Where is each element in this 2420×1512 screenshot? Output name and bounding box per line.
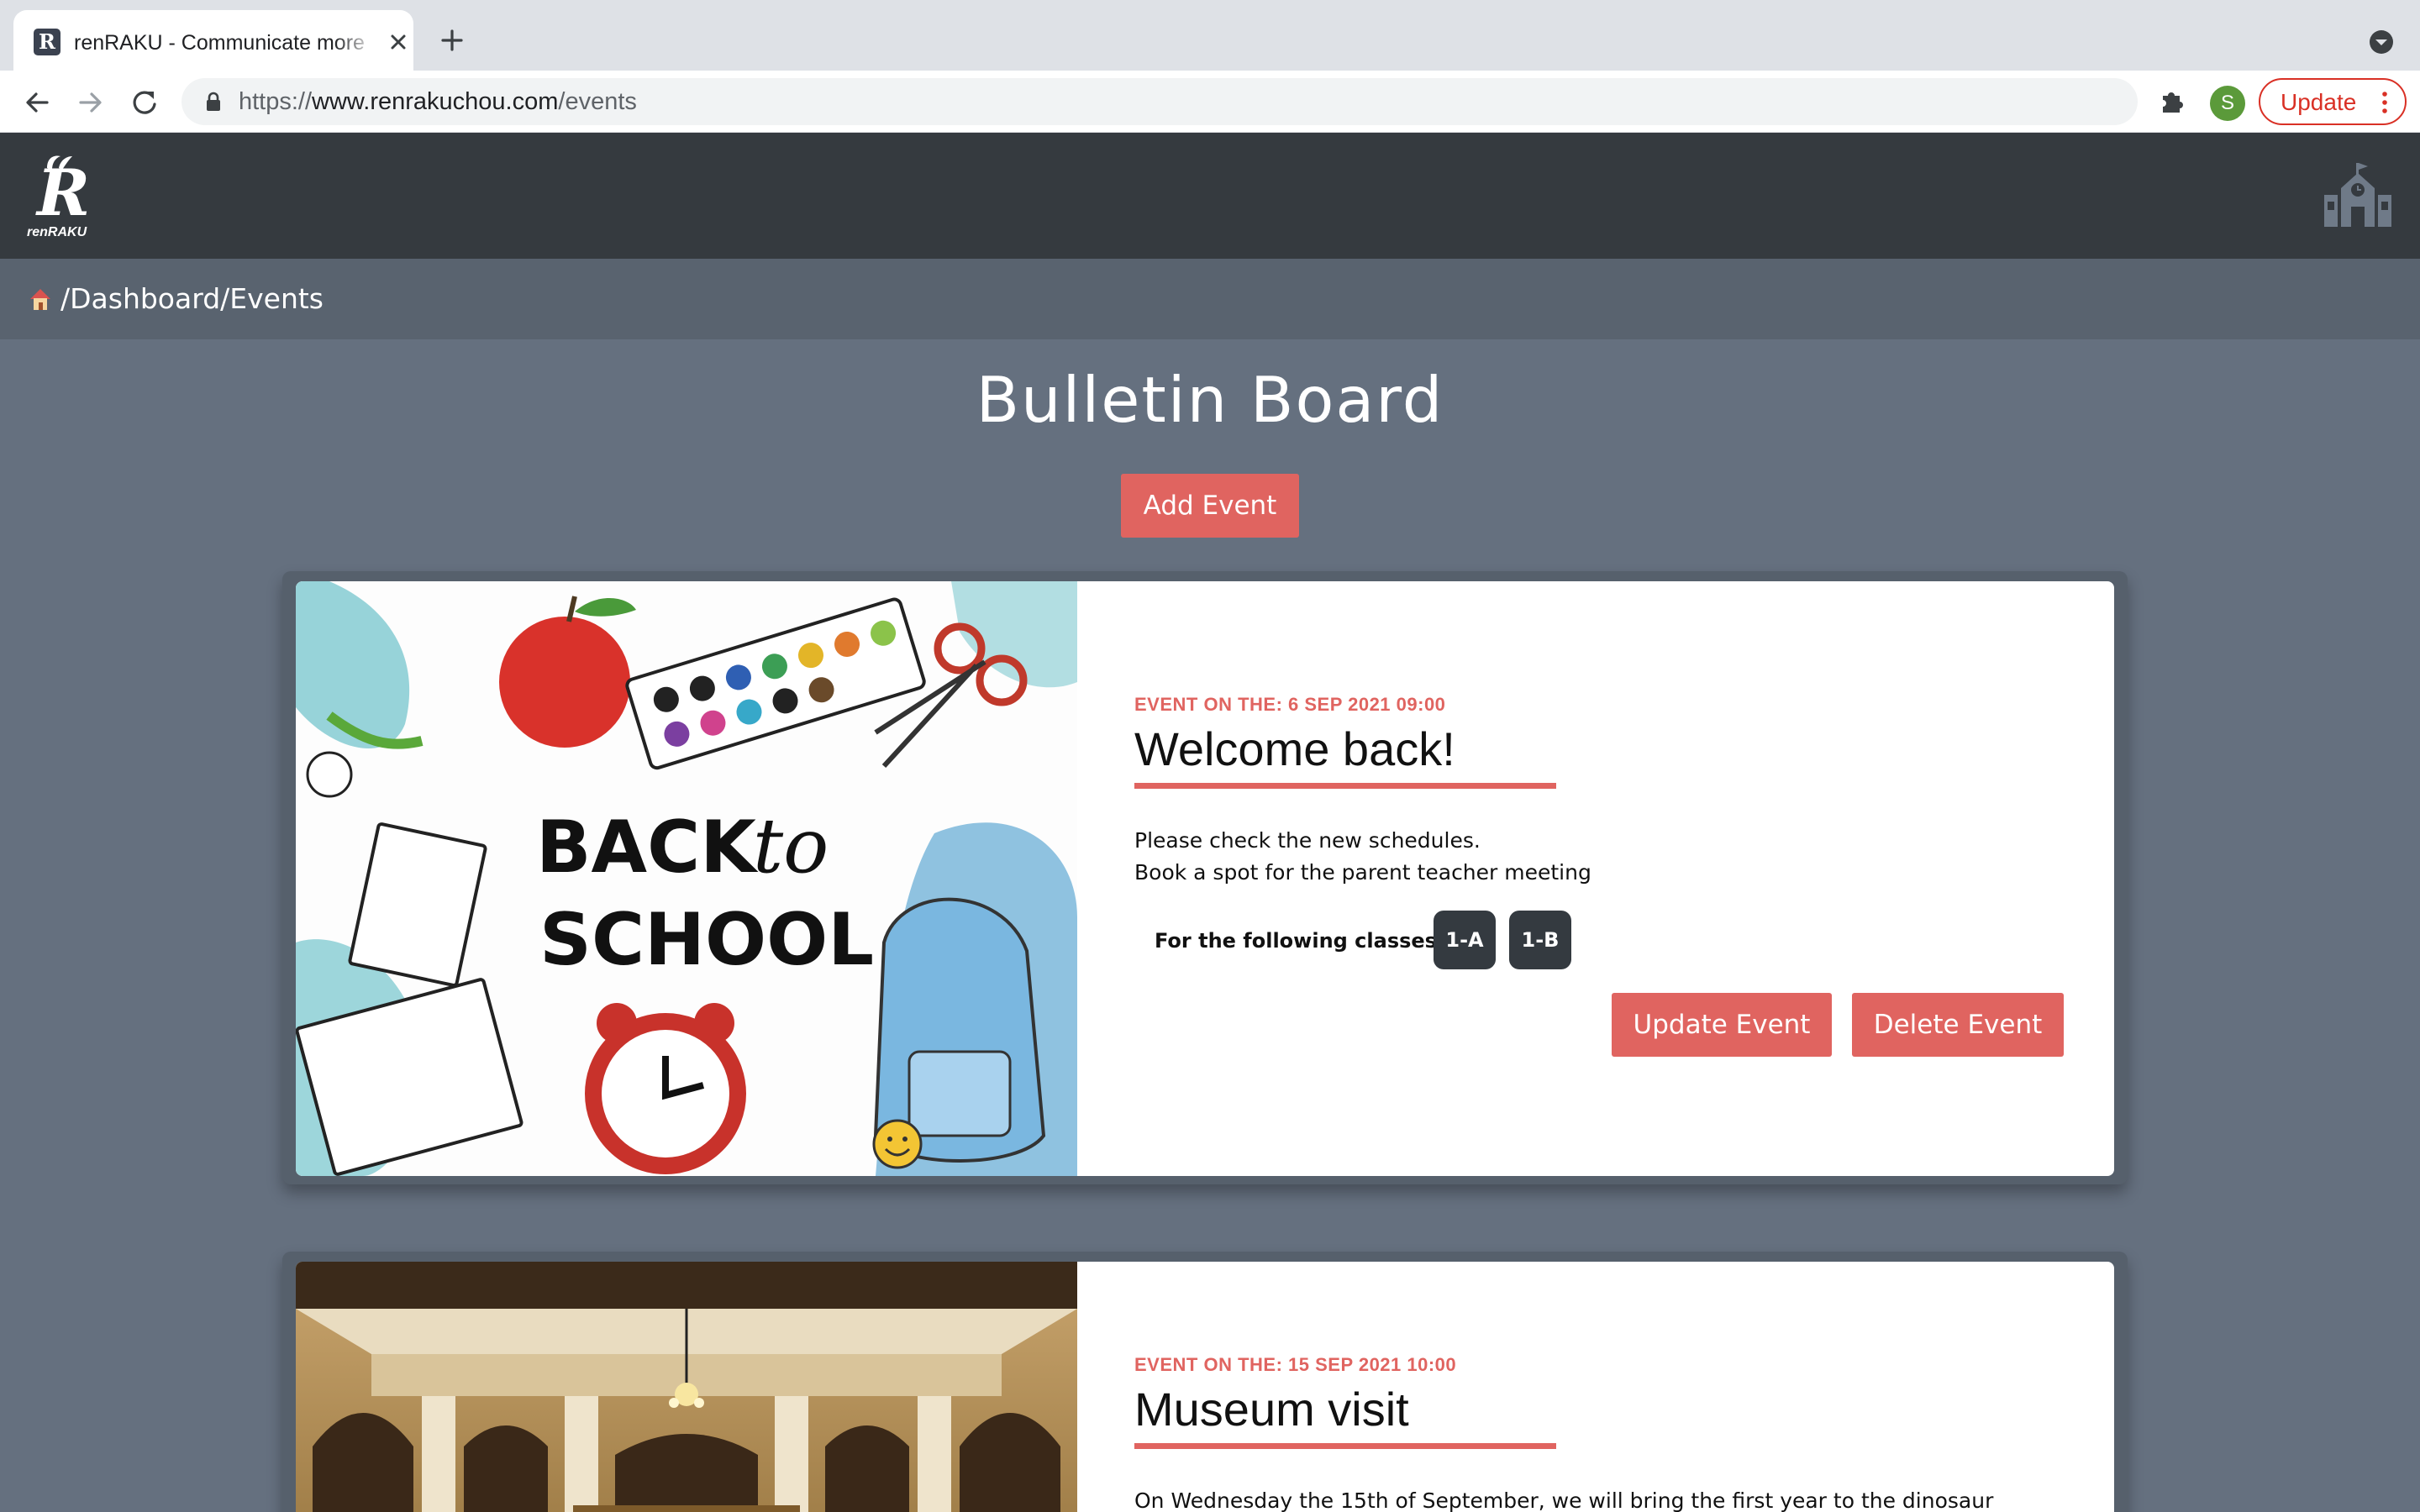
back-arrow-icon[interactable] [18,84,55,121]
title-underline [1134,1443,1556,1449]
url-path: /events [558,88,637,115]
image-text-to: to [753,802,829,890]
update-event-button[interactable]: Update Event [1612,993,1832,1057]
back-to-school-illustration: BACK to SCHOOL [296,581,1077,1176]
class-badge: 1-B [1509,911,1571,969]
address-bar[interactable]: https://www.renrakuchou.com/events [182,78,2294,125]
title-underline [1134,783,1556,789]
breadcrumb-path[interactable]: /Dashboard/Events [60,282,324,316]
tab-title: renRAKU - Communicate more [74,31,365,55]
event-description-line: Book a spot for the parent teacher meeti… [1134,860,1591,885]
page-title: Bulletin Board [976,363,1444,437]
browser-tab-strip: R renRAKU - Communicate more [0,0,2420,71]
classes-label: For the following classes: [1155,929,1445,953]
museum-photo [296,1262,1077,1512]
logo-text: renRAKU [27,225,87,239]
school-icon[interactable] [2323,163,2393,227]
url-text[interactable]: https://www.renrakuchou.com/events [239,87,637,117]
lock-icon[interactable] [202,90,225,113]
puzzle-icon[interactable] [2156,86,2188,118]
update-label: Update [2281,89,2357,115]
app-header: R renRAKU [0,133,2420,259]
event-card: BACK to SCHOOL EVENT ON THE: 6 SEP 2021 … [282,571,2128,1184]
home-icon[interactable] [27,286,54,312]
more-vert-icon[interactable] [2378,90,2391,115]
event-image [296,1262,1077,1512]
app-logo[interactable]: R renRAKU [24,151,99,244]
event-description-line: On Wednesday the 15th of September, we w… [1134,1488,1994,1512]
browser-tab[interactable]: R renRAKU - Communicate more [13,10,413,71]
close-icon[interactable] [383,27,413,57]
event-date: EVENT ON THE: 6 SEP 2021 09:00 [1134,694,1446,715]
add-event-button[interactable]: Add Event [1121,474,1299,538]
profile-avatar[interactable]: S [2210,86,2245,121]
reload-icon[interactable] [126,84,163,121]
event-description-line: Please check the new schedules. [1134,828,1481,853]
event-title: Welcome back! [1134,722,1455,775]
browser-update-button[interactable]: Update [2259,78,2407,125]
plus-icon[interactable] [435,24,469,57]
event-card: EVENT ON THE: 15 SEP 2021 10:00 Museum v… [282,1252,2128,1512]
event-title: Museum visit [1134,1383,1409,1436]
url-scheme: https:// [239,88,313,115]
event-card-inner: BACK to SCHOOL EVENT ON THE: 6 SEP 2021 … [296,581,2114,1176]
logo-letter: R [37,155,91,230]
breadcrumb: /Dashboard/Events [0,259,2420,339]
image-text-school: SCHOOL [539,898,874,982]
event-image: BACK to SCHOOL [296,581,1077,1176]
image-text-back: BACK [536,806,759,890]
browser-toolbar: https://www.renrakuchou.com/events S Upd… [0,71,2420,133]
url-host: www.renrakuchou.com [312,88,559,115]
delete-event-button[interactable]: Delete Event [1852,993,2064,1057]
class-badge: 1-A [1434,911,1496,969]
tab-search-icon[interactable] [2366,27,2396,57]
favicon-icon: R [34,29,60,55]
event-card-inner: EVENT ON THE: 15 SEP 2021 10:00 Museum v… [296,1262,2114,1512]
event-date: EVENT ON THE: 15 SEP 2021 10:00 [1134,1354,1457,1375]
forward-arrow-icon[interactable] [72,84,109,121]
